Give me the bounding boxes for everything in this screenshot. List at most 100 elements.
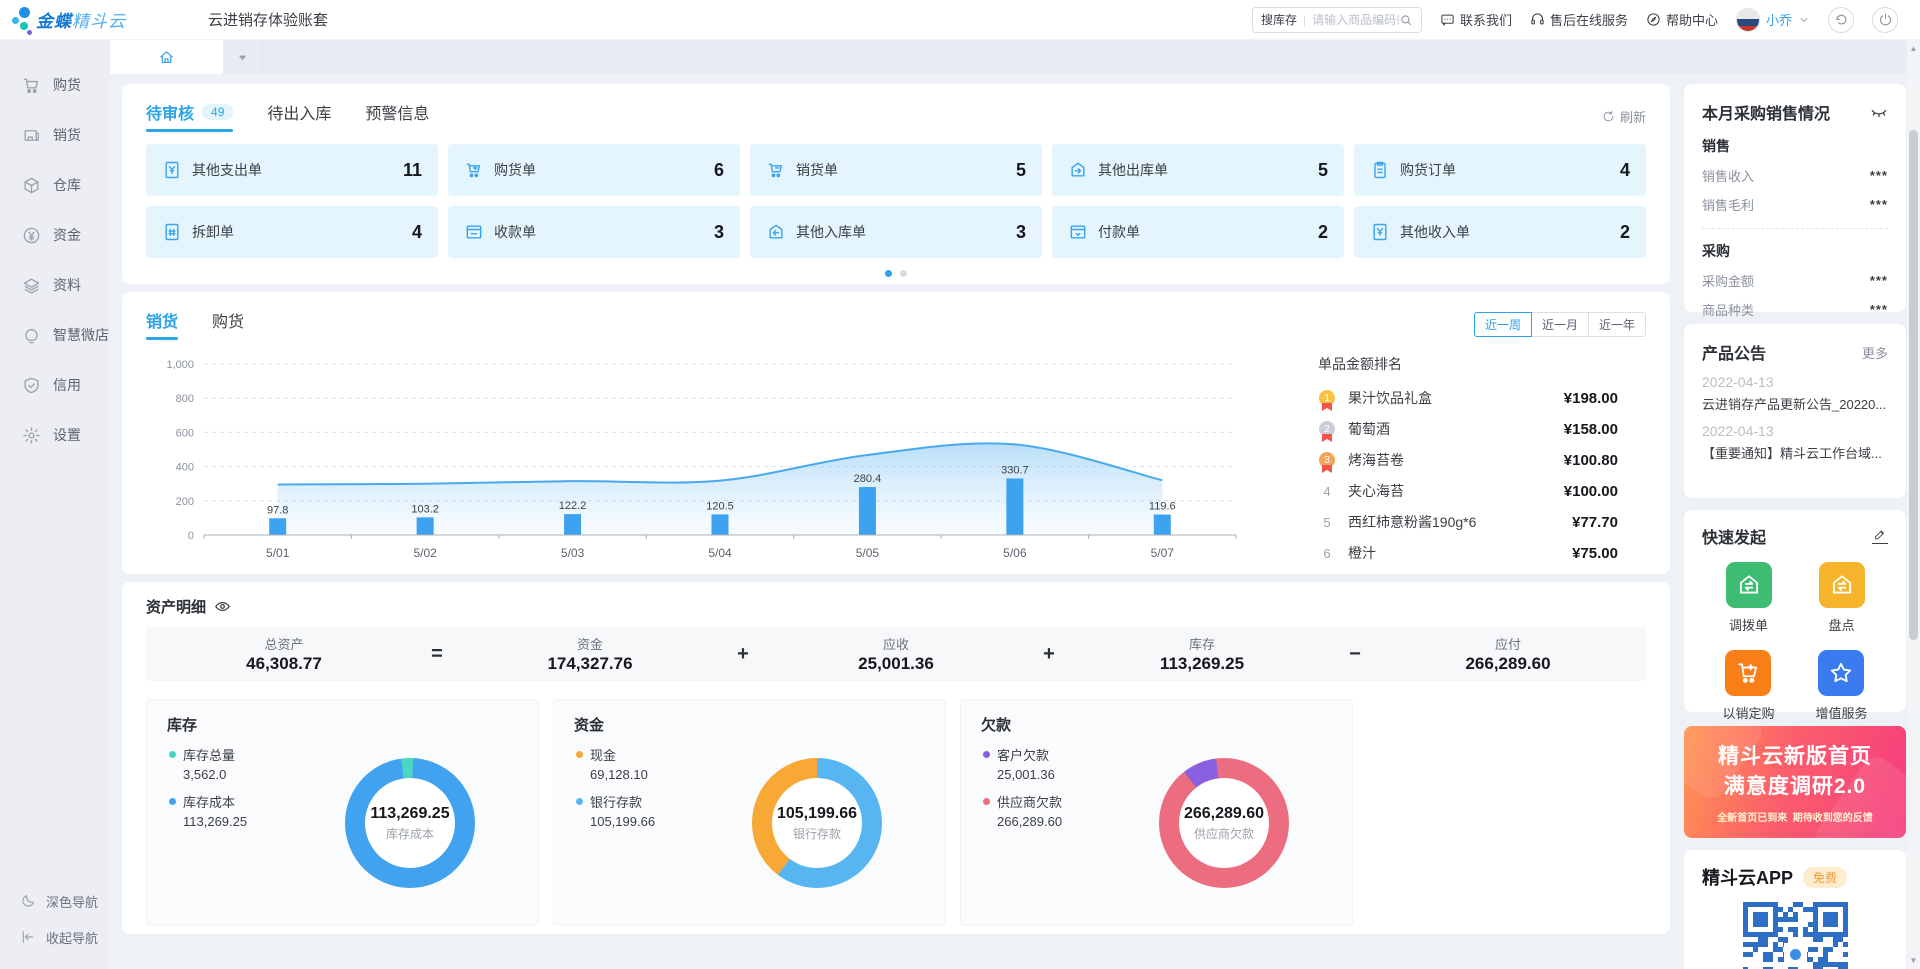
search-scope-label[interactable]: 搜库存 [1261, 11, 1297, 28]
quick-launch-title: 快速发起 [1702, 524, 1766, 548]
todo-card-销货单[interactable]: 销货单5 [750, 144, 1042, 196]
quick-launch-tile [1818, 650, 1864, 696]
donut-center-label: 银行存款 [793, 825, 841, 842]
todo-tab-待出入库[interactable]: 待出入库 [267, 100, 331, 132]
announcement-item[interactable]: 2022-04-13【重要通知】精斗云工作台域... [1702, 423, 1888, 462]
ranking-row[interactable]: 4夹心海苔¥100.00 [1318, 481, 1618, 501]
quick-launch-调拨单[interactable]: 调拨单 [1726, 562, 1772, 634]
donut-center-value: 113,269.25 [370, 805, 449, 823]
ranking-row[interactable]: 1果汁饮品礼盒¥198.00 [1318, 388, 1618, 408]
asset-title: 资产明细 [146, 596, 206, 617]
tab-list-dropdown[interactable] [223, 40, 263, 74]
header-link-label: 帮助中心 [1666, 10, 1718, 29]
sidebar-item-资金[interactable]: 资金 [0, 210, 110, 260]
inventory-search-input[interactable]: 搜库存 | 请输入商品编码或名称 [1252, 7, 1422, 33]
brand-name-bold: 金蝶 [36, 7, 72, 32]
sidebar-item-信用[interactable]: 信用 [0, 360, 110, 410]
chart-tab-购货[interactable]: 购货 [212, 308, 244, 340]
quick-launch-以销定购[interactable]: 以销定购 [1722, 650, 1774, 722]
range-button-近一周[interactable]: 近一周 [1474, 312, 1532, 337]
equation-term-应收: 应收25,001.36 [758, 634, 1034, 674]
ranking-row[interactable]: 3烤海苔卷¥100.80 [1318, 450, 1618, 470]
announcement-item[interactable]: 2022-04-13云进销存产品更新公告_20220... [1702, 374, 1888, 413]
sidebar-item-资料[interactable]: 资料 [0, 260, 110, 310]
todo-card-label: 付款单 [1098, 222, 1318, 242]
sidebar-item-销货[interactable]: 销货 [0, 110, 110, 160]
sidebar-item-仓库[interactable]: 仓库 [0, 160, 110, 210]
sidebar-item-label: 仓库 [53, 175, 81, 195]
sidebar-footer-收起导航[interactable]: 收起导航 [0, 923, 110, 951]
logout-button[interactable] [1872, 7, 1898, 33]
announcements-more-link[interactable]: 更多 [1862, 343, 1888, 362]
history-back-button[interactable] [1828, 7, 1854, 33]
workspace-tabstrip [110, 40, 1920, 74]
todo-card-其他收入单[interactable]: 其他收入单2 [1354, 206, 1646, 258]
quick-launch-盘点[interactable]: 盘点 [1819, 562, 1865, 634]
monthly-section-销售: 销售 [1702, 136, 1888, 156]
ranking-row[interactable]: 2葡萄酒¥158.00 [1318, 419, 1618, 439]
sidebar-menu: 购货销货仓库资金资料智慧微店信用设置 [0, 40, 110, 460]
chart-tab-销货[interactable]: 销货 [146, 308, 178, 340]
eye-open-icon[interactable] [214, 598, 231, 615]
ranking-list: 1果汁饮品礼盒¥198.00 2葡萄酒¥158.00 3烤海苔卷¥100.80 4夹心… [1318, 388, 1618, 563]
ranking-rank: 2 [1318, 420, 1336, 438]
ranking-item-name: 橙汁 [1348, 543, 1572, 563]
donut-card-资金: 资金现金69,128.10银行存款105,199.66105,199.66银行存… [553, 699, 946, 926]
todo-tab-预警信息[interactable]: 预警信息 [365, 100, 429, 132]
carousel-dot-active[interactable] [885, 270, 892, 277]
todo-card-其他出库单[interactable]: 其他出库单5 [1052, 144, 1344, 196]
brand-logo[interactable]: 金蝶 精斗云 [10, 5, 170, 35]
page-scrollbar[interactable]: ▲ ▼ [1907, 40, 1920, 969]
range-button-近一月[interactable]: 近一月 [1531, 312, 1589, 337]
brand-logo-icon [10, 5, 36, 35]
scrollbar-down-arrow[interactable]: ▼ [1907, 954, 1920, 967]
header-link-帮助中心[interactable]: 帮助中心 [1646, 10, 1718, 29]
donut-center: 113,269.25库存成本 [345, 758, 475, 888]
refresh-button[interactable]: 刷新 [1602, 107, 1646, 126]
header-link-售后在线服务[interactable]: 售后在线服务 [1530, 10, 1628, 29]
sidebar-item-购货[interactable]: 购货 [0, 60, 110, 110]
todo-card-count: 6 [714, 160, 724, 181]
search-icon[interactable] [1399, 13, 1413, 27]
donut-chart-欠款: 266,289.60供应商欠款 [1159, 758, 1289, 888]
quick-launch-tile [1726, 562, 1772, 608]
todo-card-购货订单[interactable]: 购货订单4 [1354, 144, 1646, 196]
house-swap-icon [1829, 572, 1855, 598]
search-placeholder: 请输入商品编码或名称 [1312, 11, 1399, 28]
eye-closed-icon[interactable] [1870, 103, 1888, 121]
todo-tab-待审核[interactable]: 待审核49 [146, 100, 233, 132]
sidebar-item-设置[interactable]: 设置 [0, 410, 110, 460]
banner-line3: 全新首页已到来 期待收到您的反馈 [1684, 809, 1906, 824]
equation-term-label: 应收 [758, 634, 1034, 653]
edit-pencil-icon[interactable] [1872, 528, 1888, 544]
range-button-近一年[interactable]: 近一年 [1588, 312, 1646, 337]
scrollbar-thumb[interactable] [1909, 130, 1918, 640]
ranking-item-amount: ¥75.00 [1572, 545, 1618, 562]
todo-card-收款单[interactable]: 收款单3 [448, 206, 740, 258]
doc-hash-icon [162, 222, 182, 242]
sidebar-footer-深色导航[interactable]: 深色导航 [0, 887, 110, 915]
ranking-row[interactable]: 6橙汁¥75.00 [1318, 543, 1618, 563]
monthly-body: 销售销售收入***销售毛利***采购采购金额***商品种类*** [1702, 136, 1888, 319]
sidebar-item-label: 智慧微店 [53, 325, 109, 345]
todo-card-拆卸单[interactable]: 拆卸单4 [146, 206, 438, 258]
sidebar-footer-label: 收起导航 [46, 928, 98, 947]
scrollbar-up-arrow[interactable]: ▲ [1907, 42, 1920, 55]
todo-card-购货单[interactable]: 购货单6 [448, 144, 740, 196]
header-link-联系我们[interactable]: 联系我们 [1440, 10, 1512, 29]
avatar[interactable] [1736, 8, 1760, 32]
legend-label: 客户欠款 [997, 745, 1049, 764]
survey-banner[interactable]: 精斗云新版首页 满意度调研2.0 全新首页已到来 期待收到您的反馈 [1684, 726, 1906, 838]
todo-card-其他支出单[interactable]: 其他支出单11 [146, 144, 438, 196]
sidebar-item-智慧微店[interactable]: 智慧微店 [0, 310, 110, 360]
carousel-dot[interactable] [900, 270, 907, 277]
user-menu[interactable]: 小乔 [1736, 8, 1810, 32]
todo-card-其他入库单[interactable]: 其他入库单3 [750, 206, 1042, 258]
tab-home[interactable] [110, 40, 223, 74]
svg-text:5/03: 5/03 [561, 546, 585, 560]
monthly-row-value-masked: *** [1870, 168, 1888, 183]
ranking-row[interactable]: 5西红柿意粉酱190g*6¥77.70 [1318, 512, 1618, 532]
quick-launch-增值服务[interactable]: 增值服务 [1815, 650, 1867, 722]
todo-card-付款单[interactable]: 付款单2 [1052, 206, 1344, 258]
brand-name-light: 精斗云 [72, 7, 126, 32]
